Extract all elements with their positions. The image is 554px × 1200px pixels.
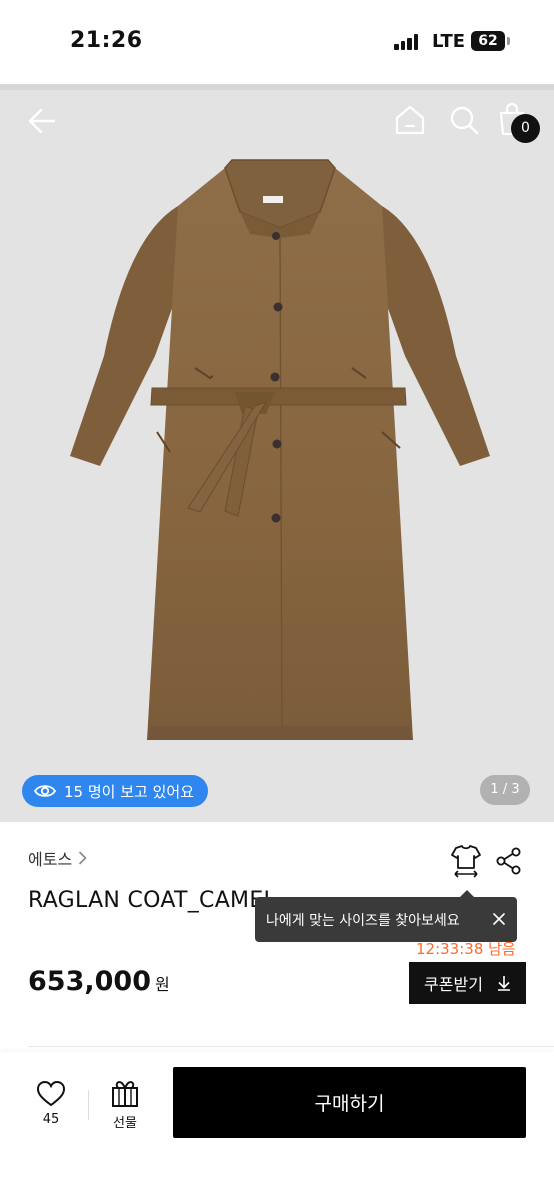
heart-icon [36,1080,66,1107]
network-type: LTE [432,31,466,52]
gift-label: 선물 [113,1116,137,1131]
status-time: 21:26 [70,28,143,53]
coupon-timer: 12:33:38 남음 [416,940,516,958]
section-divider [28,1046,554,1047]
viewers-badge: 15 명이 보고 있어요 [22,775,208,807]
download-icon [497,976,510,991]
coupon-label: 쿠폰받기 [424,975,483,994]
price-unit: 원 [154,975,170,994]
close-icon[interactable] [491,911,507,927]
image-page-indicator: 1 / 3 [480,775,530,805]
home-icon[interactable] [394,104,426,136]
search-icon[interactable] [448,104,480,136]
price-value: 653,000 [28,966,151,997]
tooltip-arrow [460,890,474,897]
cart-count-badge[interactable]: 0 [511,114,540,143]
coupon-button[interactable]: 쿠폰받기 [409,962,526,1004]
like-button[interactable]: 45 [30,1080,72,1134]
product-name: RAGLAN COAT_CAMEL [28,888,277,913]
product-coat-image [70,159,490,741]
status-bar: 21:26 LTE 62 [0,0,554,84]
gift-icon [112,1081,138,1107]
brand-name: 에토스 [28,850,73,869]
back-arrow-icon[interactable] [26,104,60,138]
battery-icon: 62 [471,31,505,51]
viewers-text: 15 명이 보고 있어요 [64,782,194,801]
price: 653,000 원 [28,966,170,997]
eye-icon [34,785,56,797]
gift-button[interactable]: 선물 [104,1080,146,1134]
bottom-action-bar: 45 선물 구매하기 [0,1052,554,1200]
size-guide-icon[interactable] [450,844,482,878]
tooltip-text: 나에게 맞는 사이즈를 찾아보세요 [266,912,460,929]
gallery-top-shade [0,84,554,90]
share-icon[interactable] [495,846,523,876]
product-gallery[interactable]: 0 15 명이 보고 있어요 1 / 3 [0,84,554,822]
brand-link[interactable]: 에토스 [28,846,87,870]
battery-tip [507,37,510,45]
bottom-bar-separator [88,1090,89,1120]
chevron-right-icon [79,851,87,865]
cellular-signal-icon [394,34,420,50]
like-count: 45 [42,1112,60,1127]
buy-button[interactable]: 구매하기 [173,1067,526,1138]
size-tooltip: 나에게 맞는 사이즈를 찾아보세요 [255,890,517,942]
